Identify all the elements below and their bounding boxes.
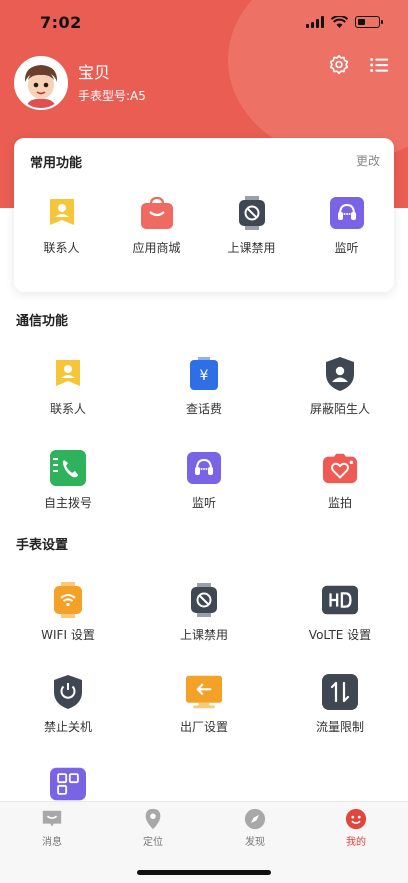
comm-label: 屏蔽陌生人 bbox=[309, 402, 370, 416]
home-indicator[interactable] bbox=[137, 870, 271, 875]
tab-label: 发现 bbox=[245, 837, 265, 848]
phone-bill-icon: ¥ bbox=[186, 356, 222, 392]
comm-item-listen[interactable]: 监听 bbox=[136, 450, 272, 511]
tab-location[interactable]: 定位 bbox=[113, 808, 193, 848]
comm-label: 监拍 bbox=[327, 496, 352, 510]
wifi-status-icon bbox=[331, 16, 348, 28]
setting-label: 流量限制 bbox=[315, 720, 364, 734]
setting-label: WIFI 设置 bbox=[41, 628, 95, 642]
tab-label: 我的 bbox=[346, 837, 366, 848]
menu-list-icon[interactable] bbox=[368, 54, 390, 76]
contacts-icon bbox=[50, 356, 86, 392]
setting-item-wifi[interactable]: WIFI 设置 bbox=[0, 582, 136, 643]
favorites-card: 常用功能 更改 联系人 应用商城 上课禁用 监听 bbox=[14, 138, 394, 292]
qr-code-icon bbox=[50, 766, 86, 802]
fav-label: 上课禁用 bbox=[227, 241, 276, 255]
edit-favorites-button[interactable]: 更改 bbox=[356, 152, 380, 171]
svg-text:¥: ¥ bbox=[200, 368, 209, 384]
tab-label: 消息 bbox=[42, 837, 62, 848]
setting-label: VoLTE 设置 bbox=[308, 628, 372, 642]
comm-label: 监听 bbox=[191, 496, 216, 510]
setting-label: 出厂设置 bbox=[179, 720, 228, 734]
setting-item-factory-reset[interactable]: 出厂设置 bbox=[136, 674, 272, 735]
profile-icon bbox=[345, 808, 367, 830]
settings-gear-icon[interactable] bbox=[328, 54, 350, 76]
location-icon bbox=[145, 808, 161, 830]
comm-item-phone-bill[interactable]: ¥ 查话费 bbox=[136, 356, 272, 417]
comm-label: 自主拨号 bbox=[43, 496, 92, 510]
listen-icon bbox=[329, 195, 365, 231]
status-bar: 7:02 bbox=[0, 0, 408, 44]
compass-icon bbox=[244, 808, 266, 830]
comm-label: 联系人 bbox=[49, 402, 86, 416]
contacts-icon bbox=[44, 195, 80, 231]
class-ban-icon bbox=[186, 582, 222, 618]
watch-settings-section-title: 手表设置 bbox=[16, 538, 69, 553]
setting-label: 禁止关机 bbox=[43, 720, 92, 734]
communication-section-title: 通信功能 bbox=[16, 314, 69, 329]
hd-icon bbox=[322, 582, 358, 618]
wifi-icon bbox=[50, 582, 86, 618]
fav-label: 应用商城 bbox=[132, 241, 181, 255]
dial-icon bbox=[50, 450, 86, 486]
fav-item-contacts[interactable]: 联系人 bbox=[14, 195, 109, 256]
comm-item-contacts[interactable]: 联系人 bbox=[0, 356, 136, 417]
tab-discover[interactable]: 发现 bbox=[215, 808, 295, 848]
status-time: 7:02 bbox=[40, 12, 82, 32]
setting-item-volte[interactable]: VoLTE 设置 bbox=[272, 582, 408, 643]
watch-model: 手表型号:A5 bbox=[78, 88, 146, 103]
shopping-bag-icon bbox=[139, 195, 175, 231]
block-stranger-icon bbox=[322, 356, 358, 392]
comm-label: 查话费 bbox=[185, 402, 222, 416]
comm-item-block-stranger[interactable]: 屏蔽陌生人 bbox=[272, 356, 408, 417]
setting-label: 上课禁用 bbox=[179, 628, 228, 642]
battery-icon bbox=[355, 16, 383, 28]
fav-item-class-ban[interactable]: 上课禁用 bbox=[204, 195, 299, 256]
comm-item-remote-photo[interactable]: 监拍 bbox=[272, 450, 408, 511]
fav-label: 联系人 bbox=[43, 241, 80, 255]
fav-item-listen[interactable]: 监听 bbox=[299, 195, 394, 256]
comm-item-dial[interactable]: 自主拨号 bbox=[0, 450, 136, 511]
power-lock-icon bbox=[50, 674, 86, 710]
user-name: 宝贝 bbox=[78, 62, 111, 82]
setting-item-power-lock[interactable]: 禁止关机 bbox=[0, 674, 136, 735]
profile-header[interactable]: 宝贝 手表型号:A5 bbox=[14, 56, 146, 110]
message-icon bbox=[42, 810, 62, 827]
setting-item-class-ban[interactable]: 上课禁用 bbox=[136, 582, 272, 643]
setting-item-data-limit[interactable]: 流量限制 bbox=[272, 674, 408, 735]
data-limit-icon bbox=[322, 674, 358, 710]
class-ban-icon bbox=[234, 195, 270, 231]
fav-label: 监听 bbox=[334, 241, 359, 255]
avatar[interactable] bbox=[14, 56, 68, 110]
tab-messages[interactable]: 消息 bbox=[12, 808, 92, 848]
tab-label: 定位 bbox=[143, 837, 163, 848]
factory-reset-icon bbox=[186, 674, 222, 710]
cellular-signal-icon bbox=[306, 16, 324, 28]
remote-photo-icon bbox=[322, 450, 358, 486]
listen-icon bbox=[186, 450, 222, 486]
tab-mine[interactable]: 我的 bbox=[316, 808, 396, 848]
bottom-tab-bar: 消息 定位 发现 我的 bbox=[0, 801, 408, 883]
fav-item-app-store[interactable]: 应用商城 bbox=[109, 195, 204, 256]
favorites-title: 常用功能 bbox=[30, 156, 83, 171]
